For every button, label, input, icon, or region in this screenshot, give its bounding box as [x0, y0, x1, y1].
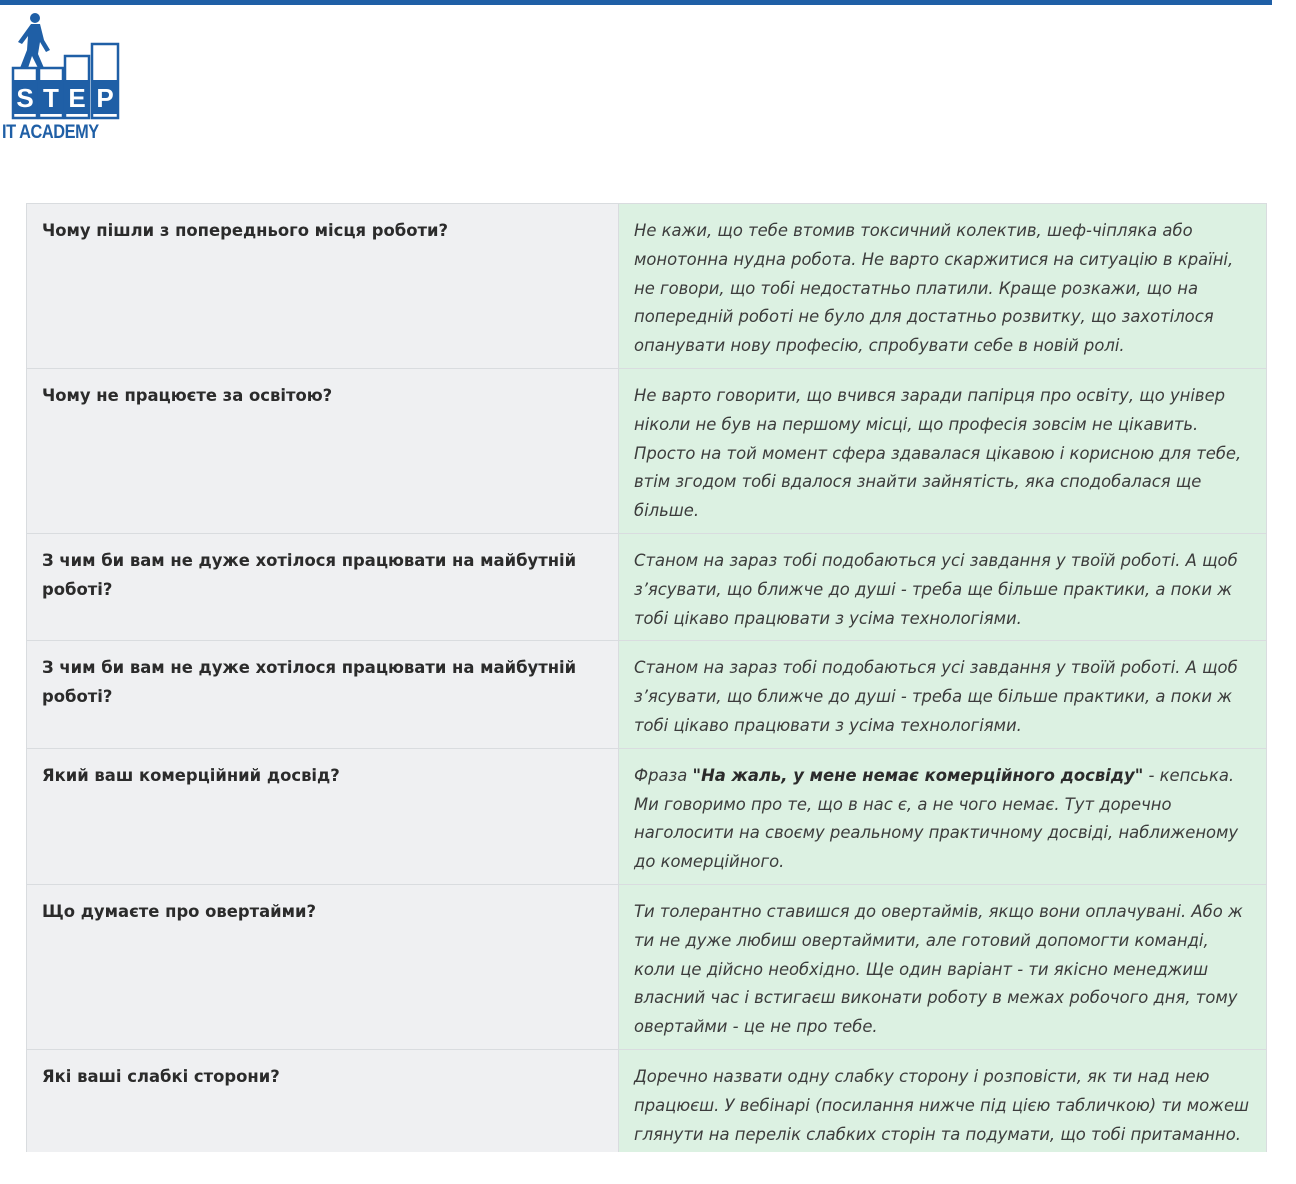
- answer-quote-bold: "На жаль, у мене немає комерційного досв…: [692, 765, 1144, 785]
- table-row: З чим би вам не дуже хотілося працювати …: [26, 532, 1267, 642]
- interview-faq-table: Чому пішли з попереднього місця роботи? …: [26, 203, 1267, 1152]
- answer-cell: Фраза "На жаль, у мене немає комерційног…: [618, 747, 1267, 885]
- answer-cell: Станом на зараз тобі подобаються усі зав…: [618, 532, 1267, 642]
- question-cell: Що думаєте про овертайми?: [26, 883, 619, 1050]
- question-cell: З чим би вам не дуже хотілося працювати …: [26, 532, 619, 642]
- question-cell: Чому пішли з попереднього місця роботи?: [26, 203, 619, 369]
- question-cell: Який ваш комерційний досвід?: [26, 747, 619, 885]
- logo-letter: S: [16, 83, 33, 113]
- answer-cell: Станом на зараз тобі подобаються усі зав…: [618, 640, 1267, 749]
- table-row: Який ваш комерційний досвід? Фраза "На ж…: [26, 747, 1267, 885]
- table-row: З чим би вам не дуже хотілося працювати …: [26, 640, 1267, 749]
- top-accent-bar: [0, 0, 1272, 5]
- answer-cell: Не варто говорити, що вчився заради папі…: [618, 367, 1267, 534]
- question-cell: З чим би вам не дуже хотілося працювати …: [26, 640, 619, 749]
- question-cell: Чому не працюєте за освітою?: [26, 367, 619, 534]
- table-row: Що думаєте про овертайми? Ти толерантно …: [26, 883, 1267, 1050]
- logo-letter: E: [68, 83, 85, 113]
- logo-letter: T: [43, 83, 59, 113]
- table-row: Чому не працюєте за освітою? Не варто го…: [26, 367, 1267, 534]
- table-row: Чому пішли з попереднього місця роботи? …: [26, 203, 1267, 369]
- answer-cell: Ти толерантно ставишся до овертаймів, як…: [618, 883, 1267, 1050]
- answer-prefix: Фраза: [634, 765, 693, 785]
- logo-letter-blocks: S T E P: [13, 80, 118, 114]
- answer-cell: Не кажи, що тебе втомив токсичний колект…: [618, 203, 1267, 369]
- table-row: Які ваші слабкі сторони? Доречно назвати…: [26, 1048, 1267, 1152]
- logo-subtitle: IT ACADEMY: [2, 122, 99, 143]
- answer-cell: Доречно назвати одну слабку сторону і ро…: [618, 1048, 1267, 1152]
- question-cell: Які ваші слабкі сторони?: [26, 1048, 619, 1152]
- logo-letter: P: [96, 83, 113, 113]
